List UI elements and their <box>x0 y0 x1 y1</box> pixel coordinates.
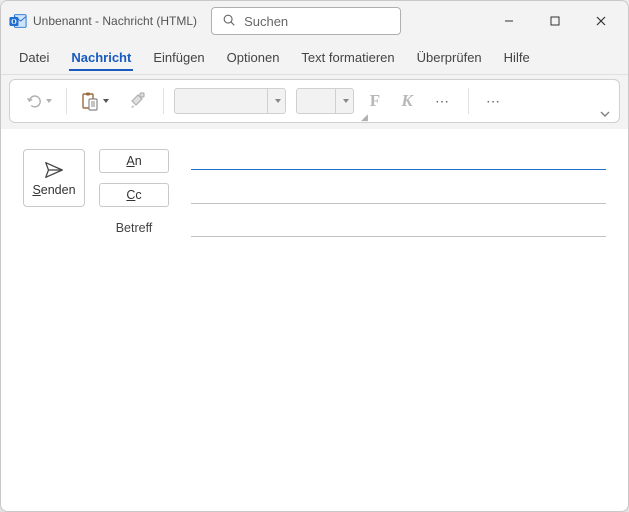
paste-button[interactable] <box>77 86 113 116</box>
separator <box>163 88 164 114</box>
send-label: Senden <box>32 183 75 197</box>
font-size-combo[interactable] <box>296 88 354 114</box>
send-icon <box>43 159 65 181</box>
to-button[interactable]: An <box>99 149 169 173</box>
search-placeholder: Suchen <box>244 14 288 29</box>
undo-button[interactable] <box>20 86 56 116</box>
search-icon <box>222 13 236 30</box>
menu-einfuegen[interactable]: Einfügen <box>151 44 206 71</box>
ribbon: F K ⋯ ◢ ⋯ <box>9 79 620 123</box>
ribbon-container: F K ⋯ ◢ ⋯ <box>1 75 628 129</box>
menu-optionen[interactable]: Optionen <box>225 44 282 71</box>
message-window: O Unbenannt - Nachricht (HTML) Suchen <box>0 0 629 512</box>
svg-text:O: O <box>11 18 17 26</box>
cc-button[interactable]: Cc <box>99 183 169 207</box>
titlebar: O Unbenannt - Nachricht (HTML) Suchen <box>1 1 628 41</box>
separator <box>468 88 469 114</box>
collapse-ribbon-button[interactable] <box>597 106 613 122</box>
menu-text-formatieren[interactable]: Text formatieren <box>299 44 396 71</box>
outlook-icon: O <box>9 12 27 30</box>
menubar: Datei Nachricht Einfügen Optionen Text f… <box>1 41 628 75</box>
chevron-down-icon <box>335 89 353 113</box>
dialog-launcher-icon[interactable]: ◢ <box>361 112 371 122</box>
chevron-down-icon <box>267 89 285 113</box>
window-title: Unbenannt - Nachricht (HTML) <box>33 14 197 28</box>
to-input[interactable] <box>191 152 606 170</box>
menu-ueberpruefen[interactable]: Überprüfen <box>415 44 484 71</box>
subject-row: Betreff <box>99 219 606 237</box>
more-formatting-button[interactable]: ⋯ <box>428 86 458 116</box>
italic-button[interactable]: K <box>396 91 418 111</box>
format-painter-button[interactable] <box>123 86 153 116</box>
menu-nachricht[interactable]: Nachricht <box>69 44 133 71</box>
send-button[interactable]: Senden <box>23 149 85 207</box>
cc-row: Cc <box>99 183 606 207</box>
message-body[interactable] <box>23 249 606 479</box>
more-commands-button[interactable]: ⋯ <box>479 86 509 116</box>
subject-input[interactable] <box>191 219 606 237</box>
subject-label: Betreff <box>99 221 169 235</box>
font-name-combo[interactable] <box>174 88 286 114</box>
maximize-button[interactable] <box>532 1 578 41</box>
compose-area: Senden An Cc Betreff <box>1 129 628 511</box>
chevron-down-icon <box>103 99 109 103</box>
chevron-down-icon <box>46 99 52 103</box>
bold-button[interactable]: F <box>364 91 386 111</box>
search-box[interactable]: Suchen <box>211 7 401 35</box>
caption-buttons <box>486 1 624 41</box>
compose-header: Senden An Cc Betreff <box>23 149 606 237</box>
to-row: An <box>99 149 606 173</box>
menu-hilfe[interactable]: Hilfe <box>502 44 532 71</box>
minimize-button[interactable] <box>486 1 532 41</box>
cc-input[interactable] <box>191 186 606 204</box>
separator <box>66 88 67 114</box>
close-button[interactable] <box>578 1 624 41</box>
menu-datei[interactable]: Datei <box>17 44 51 71</box>
recipient-fields: An Cc Betreff <box>99 149 606 237</box>
